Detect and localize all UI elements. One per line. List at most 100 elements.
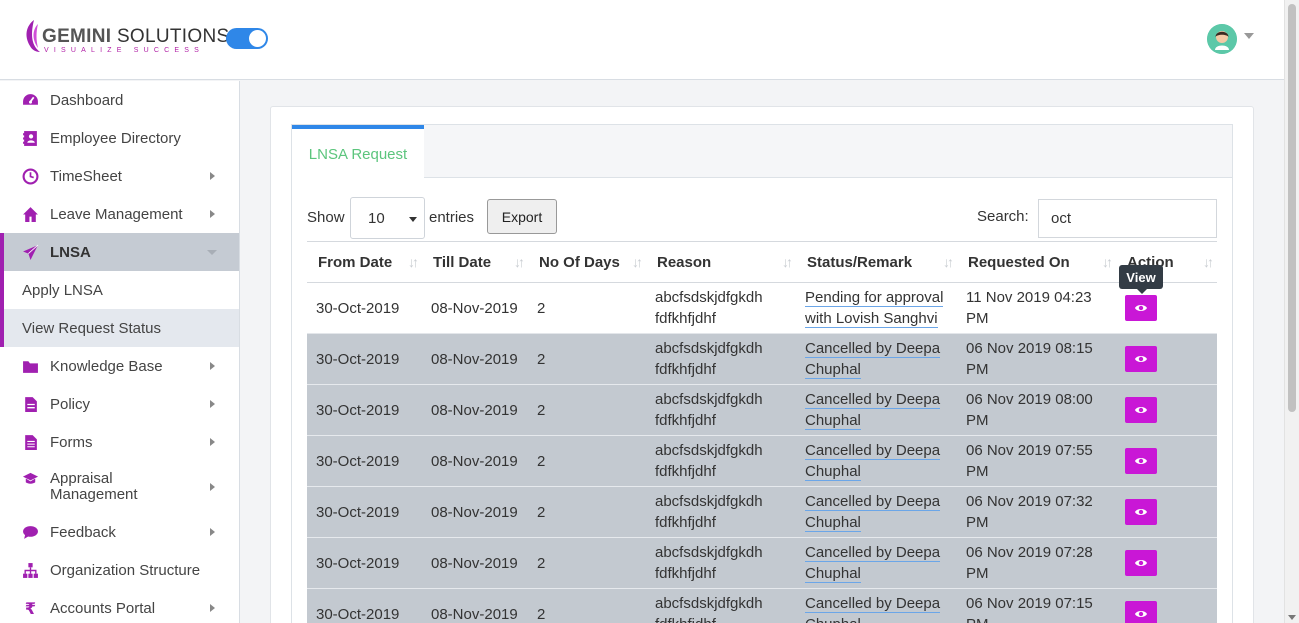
entries-label: entries (429, 209, 475, 226)
requested-on-line2: PM (966, 565, 989, 582)
reason-line2: fdfkhfjdhf (655, 463, 716, 480)
reason-line1: abcfsdskjdfgkdh (655, 595, 763, 612)
scrollbar-thumb[interactable] (1288, 4, 1296, 412)
status-remark-link[interactable]: Cancelled by DeepaChuphal (805, 544, 941, 583)
sidebar-subitem-apply-lnsa[interactable]: Apply LNSA (0, 271, 239, 309)
cell-requested-on: 06 Nov 2019 07:28 PM (957, 537, 1116, 589)
reason-line2: fdfkhfjdhf (655, 616, 716, 623)
sidebar-item-forms[interactable]: Forms (0, 423, 239, 461)
page-size-select[interactable]: 10 (350, 197, 425, 239)
cell-requested-on: 06 Nov 2019 08:00 PM (957, 384, 1116, 436)
search-input[interactable] (1038, 199, 1217, 238)
column-header-from-date[interactable]: From Date ↓↑ (307, 241, 422, 283)
sidebar-item-label-line1: Appraisal (50, 470, 113, 487)
select-caret-icon (409, 217, 417, 222)
cell-action (1116, 537, 1217, 589)
column-header-no-of-days[interactable]: No Of Days ↓↑ (528, 241, 646, 283)
status-remark-link[interactable]: Pending for approval with Lovish Sanghvi (805, 289, 944, 328)
sidebar-item-policy[interactable]: Policy (0, 385, 239, 423)
cell-status-remark: Cancelled by DeepaChuphal (796, 486, 957, 538)
table-row: 30-Oct-201908-Nov-20192 abcfsdskjdfgkdh fd… (307, 588, 1217, 623)
status-remark-link[interactable]: Cancelled by DeepaChuphal (805, 493, 941, 532)
sidebar-item-label: Dashboard (50, 91, 124, 109)
home-icon (22, 206, 39, 223)
status-remark-link[interactable]: Cancelled by DeepaChuphal (805, 391, 941, 430)
column-header-status-remark[interactable]: Status/Remark ↓↑ (796, 241, 957, 283)
chevron-right-icon (210, 438, 215, 446)
column-header-till-date[interactable]: Till Date ↓↑ (422, 241, 528, 283)
reason-line1: abcfsdskjdfgkdh (655, 544, 763, 561)
company-logo[interactable]: GEMINI SOLUTIONS VISUALIZE SUCCESS (20, 18, 230, 60)
cell-from-date: 30-Oct-2019 (307, 384, 422, 436)
brand-name-rest: SOLUTIONS (116, 26, 230, 47)
eye-icon (1134, 609, 1148, 619)
cell-requested-on: 11 Nov 2019 04:23 PM (957, 282, 1116, 334)
sidebar-item-dashboard[interactable]: Dashboard (0, 81, 239, 119)
cell-till-date: 08-Nov-2019 (422, 486, 528, 538)
sidebar-item-timesheet[interactable]: TimeSheet (0, 157, 239, 195)
sort-icon: ↓↑ (1203, 254, 1214, 270)
requested-on-line1: 06 Nov 2019 07:15 (966, 595, 1093, 612)
requested-on-line2: PM (966, 310, 989, 327)
sidebar-item-label: Forms (50, 433, 93, 451)
sidebar-item-knowledge-base[interactable]: Knowledge Base (0, 347, 239, 385)
eye-icon (1134, 405, 1148, 415)
cell-no-of-days: 2 (528, 435, 646, 487)
sidebar-item-label-line2: Management (50, 486, 138, 503)
sidebar-toggle-switch[interactable] (226, 28, 268, 49)
scroll-down-arrow-icon[interactable] (1288, 615, 1296, 620)
sidebar-nav: Dashboard Employee Directory TimeSheet L… (0, 81, 240, 623)
sidebar-item-employee-directory[interactable]: Employee Directory (0, 119, 239, 157)
cell-status-remark: Pending for approval with Lovish Sanghvi (796, 282, 957, 334)
sidebar-item-accounts-portal[interactable]: ₹ Accounts Portal (0, 589, 239, 623)
cell-status-remark: Cancelled by DeepaChuphal (796, 588, 957, 623)
view-button[interactable] (1125, 346, 1157, 372)
sidebar-item-label: TimeSheet (50, 167, 122, 185)
user-avatar-icon (1207, 24, 1237, 54)
view-button[interactable] (1125, 550, 1157, 576)
sidebar-item-feedback[interactable]: Feedback (0, 513, 239, 551)
eye-icon (1134, 354, 1148, 364)
address-book-icon (22, 130, 39, 147)
eye-icon (1134, 456, 1148, 466)
cell-from-date: 30-Oct-2019 (307, 435, 422, 487)
view-button[interactable] (1125, 601, 1157, 623)
tab-lnsa-request[interactable]: LNSA Request (292, 125, 424, 179)
export-button[interactable]: Export (487, 199, 557, 234)
sidebar-item-label: Policy (50, 395, 91, 413)
sidebar-item-lnsa[interactable]: LNSA (0, 233, 239, 271)
view-button[interactable] (1125, 295, 1157, 321)
view-button[interactable] (1125, 448, 1157, 474)
requested-on-line1: 06 Nov 2019 07:32 (966, 493, 1093, 510)
status-remark-link[interactable]: Cancelled by DeepaChuphal (805, 595, 941, 623)
file-text-icon (22, 434, 39, 451)
cell-till-date: 08-Nov-2019 (422, 333, 528, 385)
sidebar-subitem-view-request-status[interactable]: View Request Status (0, 309, 239, 347)
requested-on-line1: 06 Nov 2019 08:15 (966, 340, 1093, 357)
status-remark-link[interactable]: Cancelled by DeepaChuphal (805, 340, 941, 379)
reason-line1: abcfsdskjdfgkdh (655, 289, 763, 306)
sidebar-item-label: Employee Directory (50, 129, 181, 147)
page-scrollbar[interactable] (1284, 0, 1299, 623)
sidebar-item-organization-structure[interactable]: Organization Structure (0, 551, 239, 589)
cell-till-date: 08-Nov-2019 (422, 588, 528, 623)
sidebar-item-label: Accounts Portal (50, 599, 156, 617)
column-header-requested-on[interactable]: Requested On ↓↑ (957, 241, 1116, 283)
view-button[interactable] (1125, 397, 1157, 423)
chevron-down-icon (207, 250, 217, 255)
status-remark-link[interactable]: Cancelled by DeepaChuphal (805, 442, 941, 481)
sort-icon: ↓↑ (943, 254, 954, 270)
user-menu-caret-icon[interactable] (1244, 33, 1254, 39)
view-button[interactable] (1125, 499, 1157, 525)
sidebar-item-leave-management[interactable]: Leave Management (0, 195, 239, 233)
user-avatar[interactable] (1207, 24, 1237, 54)
cell-reason: abcfsdskjdfgkdh fdfkhfjdhf (646, 588, 796, 623)
table-row: 30-Oct-201908-Nov-20192 abcfsdskjdfgkdh fd… (307, 282, 1217, 334)
cell-requested-on: 06 Nov 2019 07:15 PM (957, 588, 1116, 623)
sidebar-item-appraisal-management[interactable]: Appraisal Management (0, 461, 239, 513)
requested-on-line1: 06 Nov 2019 07:55 (966, 442, 1093, 459)
table-row: 30-Oct-201908-Nov-20192 abcfsdskjdfgkdh fd… (307, 435, 1217, 487)
cell-till-date: 08-Nov-2019 (422, 537, 528, 589)
table-row: 30-Oct-201908-Nov-20192 abcfsdskjdfgkdh fd… (307, 486, 1217, 538)
column-header-reason[interactable]: Reason ↓↑ (646, 241, 796, 283)
